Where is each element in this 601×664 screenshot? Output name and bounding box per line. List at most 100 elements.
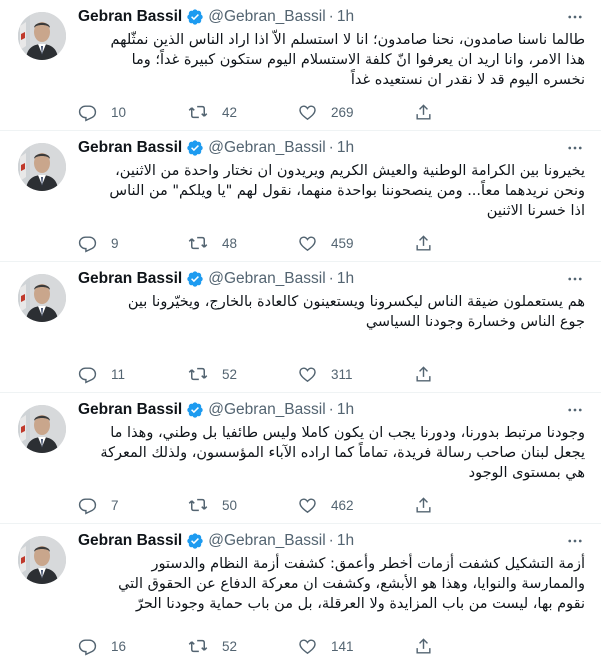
reply-button[interactable]: 9 xyxy=(78,234,188,253)
tweet-text-line: يجعل لبنان صاحب رسالة فريدة، تماماً كما … xyxy=(100,445,585,461)
tweet-text-line: جوع الناس وخسارة وجودنا السياسي xyxy=(365,314,585,330)
more-options-icon[interactable] xyxy=(565,268,585,290)
more-options-icon[interactable] xyxy=(565,6,585,28)
tweet-text-line: اذا خسرنا الاثنين xyxy=(486,203,585,219)
share-button[interactable] xyxy=(414,365,433,384)
verified-badge-icon xyxy=(186,270,204,288)
share-button[interactable] xyxy=(414,496,433,515)
reply-button[interactable]: 16 xyxy=(78,637,188,656)
retweet-icon xyxy=(188,102,208,122)
share-button[interactable] xyxy=(414,103,433,122)
reply-count: 7 xyxy=(111,497,119,513)
reply-icon xyxy=(78,637,97,656)
more-options-icon[interactable] xyxy=(565,137,585,159)
tweet-text-line: أزمة التشكيل كشفت أزمات أخطر وأعمق: كشفت… xyxy=(151,556,585,572)
retweet-count: 52 xyxy=(222,638,238,654)
tweet-time[interactable]: 1h xyxy=(337,8,354,26)
retweet-button[interactable]: 52 xyxy=(188,636,298,656)
tweet[interactable]: Gebran Bassil @Gebran_Bassil · 1h هم يست… xyxy=(0,262,601,393)
reply-button[interactable]: 10 xyxy=(78,103,188,122)
heart-icon xyxy=(298,637,317,656)
tweet[interactable]: Gebran Bassil @Gebran_Bassil · 1h طالما … xyxy=(0,0,601,131)
retweet-icon xyxy=(188,495,208,515)
retweet-button[interactable]: 42 xyxy=(188,102,298,122)
retweet-button[interactable]: 48 xyxy=(188,233,298,253)
retweet-button[interactable]: 52 xyxy=(188,364,298,384)
verified-badge-icon xyxy=(186,139,204,157)
tweet[interactable]: Gebran Bassil @Gebran_Bassil · 1h يخيرون… xyxy=(0,131,601,262)
more-options-icon[interactable] xyxy=(565,399,585,421)
tweet[interactable]: Gebran Bassil @Gebran_Bassil · 1h وجودنا… xyxy=(0,393,601,524)
like-button[interactable]: 269 xyxy=(298,103,408,122)
tweet[interactable]: Gebran Bassil @Gebran_Bassil · 1h أزمة ا… xyxy=(0,524,601,664)
reply-count: 9 xyxy=(111,235,119,251)
reply-count: 16 xyxy=(111,638,127,654)
avatar[interactable] xyxy=(18,405,66,453)
heart-icon xyxy=(298,365,317,384)
avatar[interactable] xyxy=(18,274,66,322)
like-button[interactable]: 462 xyxy=(298,496,408,515)
like-button[interactable]: 311 xyxy=(298,365,408,384)
tweet-time[interactable]: 1h xyxy=(337,401,354,419)
separator-dot: · xyxy=(328,532,334,549)
tweet-text-line: ونحن نريدهما معاً... ومن ينصحوننا بواحدة… xyxy=(109,183,585,199)
tweet-text: أزمة التشكيل كشفت أزمات أخطر وأعمق: كشفت… xyxy=(78,554,585,614)
author-name[interactable]: Gebran Bassil xyxy=(78,532,182,550)
avatar[interactable] xyxy=(18,536,66,584)
separator-dot: · xyxy=(328,270,334,287)
reply-icon xyxy=(78,234,97,253)
tweet-text-line: هم يستعملون ضيقة الناس ليكسرونا ويستعينو… xyxy=(127,294,585,310)
tweet-actions: 9 48 459 xyxy=(78,232,518,254)
reply-count: 10 xyxy=(111,104,127,120)
tweet-text-line: والممارسة والنوايا، وهذا هو الأبشع، وكشف… xyxy=(118,576,585,592)
author-handle[interactable]: @Gebran_Bassil xyxy=(208,532,325,550)
like-count: 462 xyxy=(331,497,354,513)
share-icon xyxy=(414,637,433,656)
verified-badge-icon xyxy=(186,8,204,26)
reply-icon xyxy=(78,103,97,122)
author-handle[interactable]: @Gebran_Bassil xyxy=(208,401,325,419)
retweet-count: 48 xyxy=(222,235,238,251)
reply-icon xyxy=(78,365,97,384)
author-name[interactable]: Gebran Bassil xyxy=(78,8,182,26)
share-button[interactable] xyxy=(414,234,433,253)
author-handle[interactable]: @Gebran_Bassil xyxy=(208,139,325,157)
heart-icon xyxy=(298,234,317,253)
tweet-header: Gebran Bassil @Gebran_Bassil · 1h xyxy=(78,399,585,421)
like-button[interactable]: 459 xyxy=(298,234,408,253)
tweet-time[interactable]: 1h xyxy=(337,139,354,157)
retweet-button[interactable]: 50 xyxy=(188,495,298,515)
tweet-time[interactable]: 1h xyxy=(337,532,354,550)
share-icon xyxy=(414,365,433,384)
separator-dot: · xyxy=(328,139,334,156)
author-name[interactable]: Gebran Bassil xyxy=(78,139,182,157)
tweet-text-line: وجودنا مرتبط بدورنا، ودورنا يجب ان يكون … xyxy=(110,425,585,441)
author-handle[interactable]: @Gebran_Bassil xyxy=(208,8,325,26)
author-handle[interactable]: @Gebran_Bassil xyxy=(208,270,325,288)
share-icon xyxy=(414,234,433,253)
separator-dot: · xyxy=(328,8,334,25)
reply-button[interactable]: 11 xyxy=(78,365,188,384)
share-button[interactable] xyxy=(414,637,433,656)
share-icon xyxy=(414,103,433,122)
retweet-icon xyxy=(188,233,208,253)
tweet-text-line: نقوم بها، ليست من باب المزايدة ولا العرق… xyxy=(135,596,585,612)
heart-icon xyxy=(298,496,317,515)
retweet-count: 50 xyxy=(222,497,238,513)
more-options-icon[interactable] xyxy=(565,530,585,552)
tweet-text-line: هذا الامر، وانا اريد ان يعرفوا انّ كلفة … xyxy=(131,52,585,68)
author-name[interactable]: Gebran Bassil xyxy=(78,270,182,288)
verified-badge-icon xyxy=(186,401,204,419)
retweet-icon xyxy=(188,364,208,384)
like-button[interactable]: 141 xyxy=(298,637,408,656)
tweet-header: Gebran Bassil @Gebran_Bassil · 1h xyxy=(78,268,585,290)
avatar[interactable] xyxy=(18,143,66,191)
author-name[interactable]: Gebran Bassil xyxy=(78,401,182,419)
avatar[interactable] xyxy=(18,12,66,60)
tweet-time[interactable]: 1h xyxy=(337,270,354,288)
tweet-actions: 10 42 269 xyxy=(78,101,518,123)
tweet-header: Gebran Bassil @Gebran_Bassil · 1h xyxy=(78,137,585,159)
reply-button[interactable]: 7 xyxy=(78,496,188,515)
tweet-header: Gebran Bassil @Gebran_Bassil · 1h xyxy=(78,530,585,552)
like-count: 141 xyxy=(331,638,354,654)
